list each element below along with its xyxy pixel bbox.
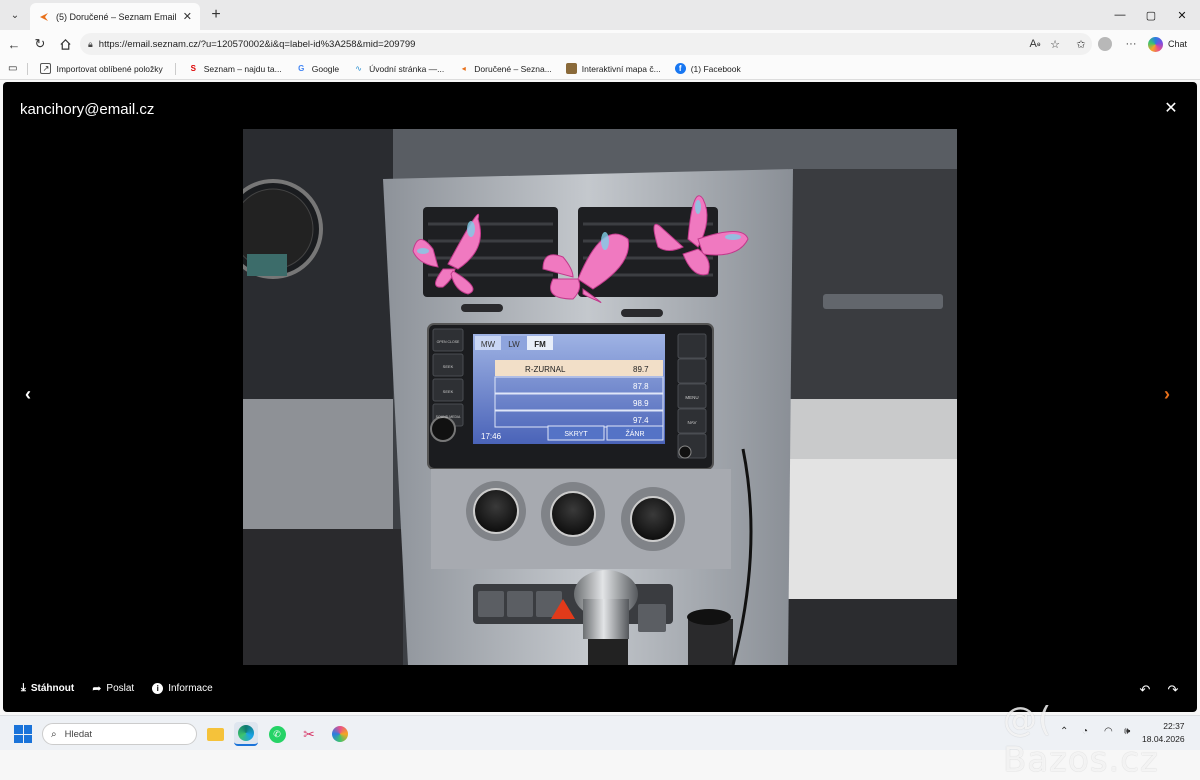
home-button[interactable] (55, 34, 75, 54)
new-tab-button[interactable]: + (206, 5, 226, 25)
map-icon (565, 63, 577, 74)
radio-band-fm: FM (534, 340, 546, 349)
download-label: Stáhnout (30, 683, 75, 694)
divider (174, 62, 176, 75)
share-arrow-icon: ➦ (92, 683, 102, 695)
facebook-icon: f (674, 63, 686, 74)
rotate-right-icon[interactable]: ↷ (1165, 682, 1181, 698)
bookmark-label: Interaktivní mapa č... (581, 63, 661, 74)
close-icon[interactable]: ✕ (1161, 98, 1181, 118)
bookmark-import[interactable]: ↗ Importovat oblíbené položky (40, 63, 163, 74)
favorite-star-icon[interactable]: ☆ (1046, 34, 1064, 54)
google-icon: G (298, 64, 305, 73)
address-bar[interactable]: 🔒︎ https://email.seznam.cz/?u=120570002&… (80, 33, 1092, 55)
radio-button-menu: MENU (685, 395, 698, 400)
import-icon: ↗ (40, 63, 52, 74)
snipping-tool-icon[interactable]: ✂ (297, 722, 321, 746)
edge-icon[interactable] (234, 722, 258, 746)
tab-actions-icon[interactable]: ▭ (8, 63, 17, 74)
bazos-watermark: @( Bazos.cz (1003, 700, 1159, 780)
bookmark-label: (1) Facebook (690, 63, 741, 74)
radio-band-lw: LW (508, 340, 520, 349)
bookmarks-bar: ▭ ↗ Importovat oblíbené položky S Seznam… (0, 58, 1200, 80)
radio-station-name: R-ZURNAL (525, 365, 566, 374)
tab-close-icon[interactable]: ✕ (183, 10, 192, 23)
bookmark-label: Doručené – Sezna... (474, 63, 552, 74)
radio-freq-3: 98.9 (633, 399, 649, 408)
bookmark-label: Úvodní stránka —... (369, 63, 445, 74)
divider (27, 62, 29, 75)
radio-skryt: SKRYT (564, 431, 588, 438)
photos-icon[interactable] (328, 722, 352, 746)
bookmark-label: Seznam – najdu ta... (203, 63, 282, 74)
download-icon: ⤓ (21, 682, 26, 694)
radio-button-sound-media: SOUND MEDIA (436, 415, 461, 419)
radio-zanr: ŽÁNR (625, 429, 644, 438)
car-dashboard-photo: MW LW FM R-ZURNAL 89.7 87.8 98.9 97.4 17… (243, 129, 957, 665)
chat-label: Chat (1168, 39, 1188, 49)
bookmark-home-page[interactable]: ∿ Úvodní stránka —... (353, 63, 444, 74)
home-icon (59, 38, 71, 50)
lock-icon: 🔒︎ (88, 38, 93, 49)
attachment-photo: MW LW FM R-ZURNAL 89.7 87.8 98.9 97.4 17… (243, 129, 957, 665)
info-icon: i (152, 683, 164, 694)
radio-button-seek-up: SEEK (443, 364, 454, 369)
bookmark-label: Importovat oblíbené položky (56, 63, 163, 74)
download-button[interactable]: ⤓ Stáhnout (21, 682, 74, 695)
seznam-mail-favicon (40, 12, 48, 21)
chevron-down-icon: ⌄ (10, 9, 20, 21)
url-text: https://email.seznam.cz/?u=120570002&i&q… (98, 38, 416, 50)
bookmark-facebook[interactable]: f (1) Facebook (674, 63, 741, 74)
radio-freq-2: 87.8 (633, 382, 649, 391)
favorites-icon[interactable]: ✩ (1072, 34, 1090, 54)
copilot-icon (1148, 36, 1163, 52)
more-icon[interactable]: ··· (1122, 34, 1140, 54)
radio-button-open-close: OPEN CLOSE (437, 340, 460, 344)
sender-email: kancihory@email.cz (20, 101, 155, 118)
send-label: Poslat (106, 683, 135, 694)
read-aloud-icon[interactable]: Aⱺ (1026, 34, 1044, 54)
start-button[interactable] (14, 725, 32, 743)
tab-title: (5) Doručené – Seznam Email (56, 11, 177, 22)
search-placeholder: Hledat (64, 728, 93, 740)
taskbar-search[interactable]: ⌕ Hledat (42, 723, 197, 745)
home-page-icon: ∿ (355, 64, 362, 73)
radio-button-seek-down: SEEK (443, 389, 454, 394)
send-button[interactable]: ➦ Poslat (92, 682, 134, 695)
radio-band-mw: MW (481, 340, 496, 349)
tab-bar: ⌄ (5) Doručené – Seznam Email ✕ + — ▢ ✕ (0, 0, 1200, 30)
back-button[interactable]: ← (4, 34, 24, 54)
bookmark-label: Google (311, 63, 340, 74)
browser-tab[interactable]: (5) Doručené – Seznam Email ✕ (30, 3, 200, 30)
next-arrow-icon[interactable]: › (1157, 382, 1177, 406)
whatsapp-icon[interactable]: ✆ (265, 722, 289, 746)
search-icon: ⌕ (51, 728, 57, 740)
tab-list-button[interactable]: ⌄ (1, 1, 29, 29)
profile-icon[interactable] (1096, 34, 1114, 54)
rotate-left-icon[interactable]: ↶ (1137, 682, 1153, 698)
bookmark-map[interactable]: Interaktivní mapa č... (565, 63, 661, 74)
seznam-icon: S (190, 64, 196, 73)
refresh-button[interactable]: ↻ (30, 34, 50, 54)
bookmark-google[interactable]: G Google (296, 63, 339, 74)
radio-freq-4: 97.4 (633, 416, 649, 425)
previous-arrow-icon[interactable]: ‹ (18, 382, 38, 406)
bookmark-seznam-mail[interactable]: ◂ Doručené – Sezna... (458, 63, 552, 74)
radio-freq-1: 89.7 (633, 365, 649, 374)
radio-time: 17:46 (481, 432, 502, 441)
viewer-actions: ⤓ Stáhnout ➦ Poslat i Informace (21, 682, 231, 695)
copilot-chat-button[interactable]: Chat (1148, 33, 1187, 55)
seznam-mail-icon: ◂ (461, 64, 466, 73)
info-button[interactable]: i Informace (152, 683, 213, 694)
file-explorer-icon[interactable] (203, 722, 227, 746)
close-window-button[interactable]: ✕ (1162, 0, 1200, 30)
attachment-viewer: kancihory@email.cz ✕ ‹ › MW LW FM R-ZURN… (3, 82, 1197, 712)
bookmark-seznam[interactable]: S Seznam – najdu ta... (188, 63, 282, 74)
navigation-bar: ← ↻ 🔒︎ https://email.seznam.cz/?u=120570… (0, 30, 1200, 58)
info-label: Informace (168, 683, 213, 694)
radio-button-nav: NAV (688, 420, 697, 425)
